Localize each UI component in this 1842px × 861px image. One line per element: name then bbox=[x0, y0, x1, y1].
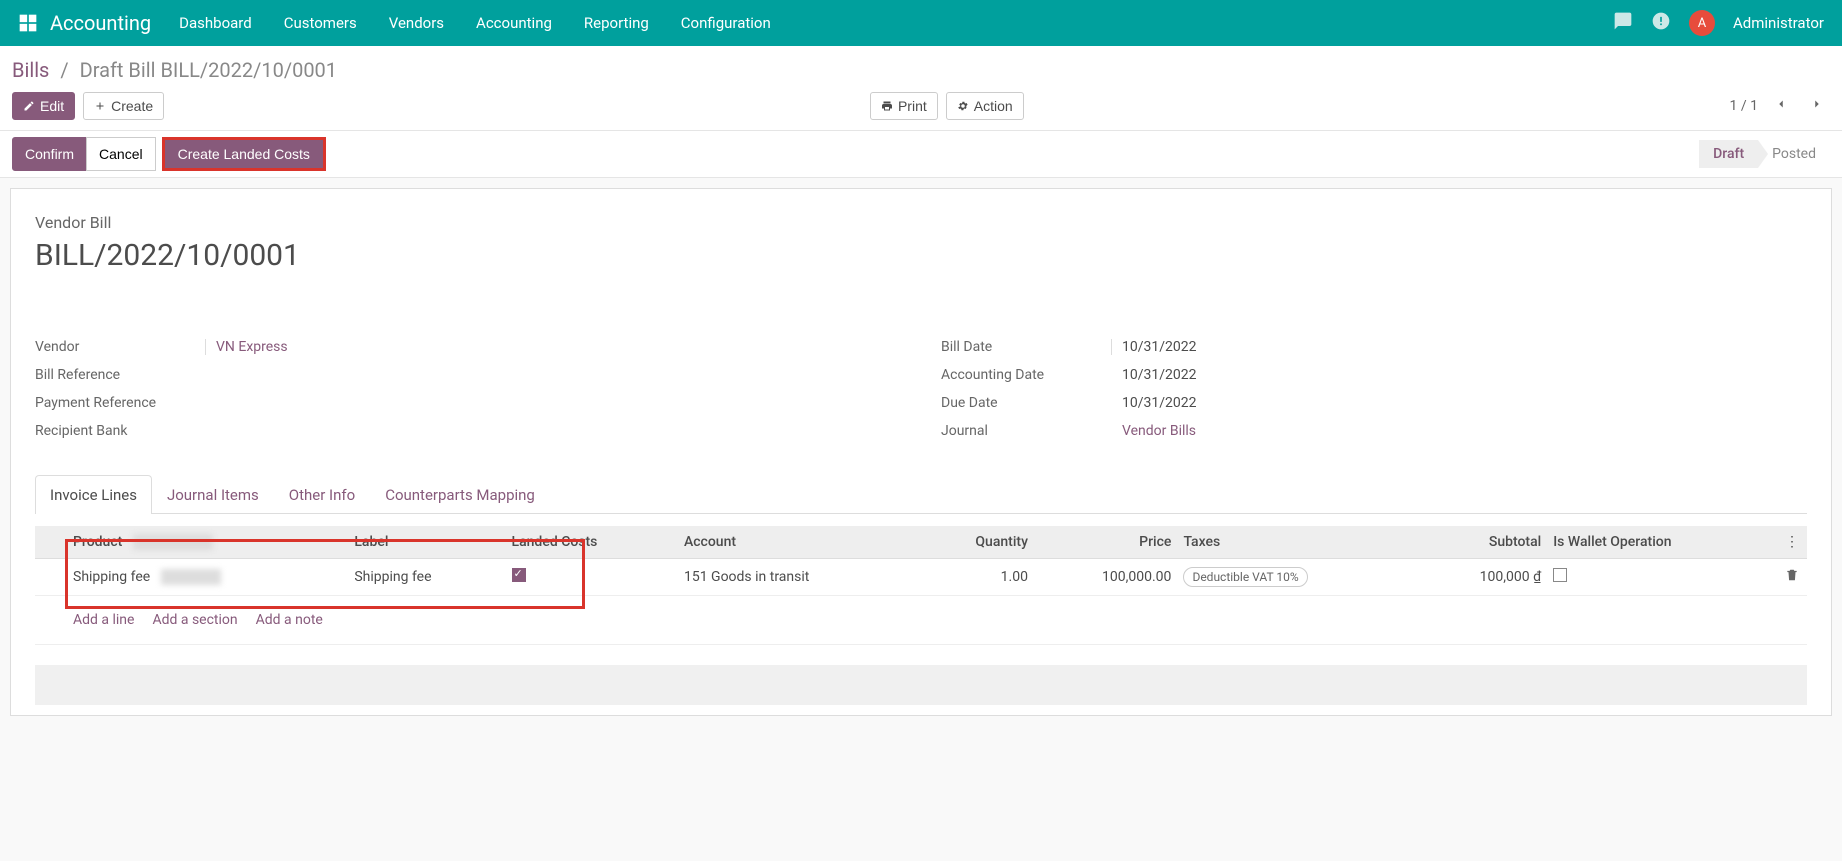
add-note-link[interactable]: Add a note bbox=[256, 612, 323, 628]
add-section-link[interactable]: Add a section bbox=[152, 612, 237, 628]
value-vendor[interactable]: VN Express bbox=[205, 339, 288, 355]
label-bill-date: Bill Date bbox=[941, 339, 1111, 355]
create-button[interactable]: Create bbox=[83, 92, 164, 120]
wallet-checkbox[interactable] bbox=[1553, 568, 1567, 582]
pager-prev[interactable] bbox=[1768, 93, 1794, 119]
pager-total: 1 bbox=[1750, 98, 1758, 114]
menu-accounting[interactable]: Accounting bbox=[476, 14, 552, 32]
status-row: Confirm Cancel Create Landed Costs Draft… bbox=[0, 131, 1842, 178]
cell-quantity[interactable]: 1.00 bbox=[920, 559, 1034, 596]
pager-next[interactable] bbox=[1804, 93, 1830, 119]
blurred-cell bbox=[161, 569, 221, 585]
pager-current: 1 bbox=[1730, 98, 1738, 114]
form-sheet: Vendor Bill BILL/2022/10/0001 Vendor VN … bbox=[10, 188, 1832, 716]
tab-invoice-lines[interactable]: Invoice Lines bbox=[35, 475, 152, 514]
print-label: Print bbox=[898, 98, 927, 114]
doc-type: Vendor Bill bbox=[35, 213, 1807, 232]
label-pay-ref: Payment Reference bbox=[35, 395, 205, 411]
label-due-date: Due Date bbox=[941, 395, 1111, 411]
th-price: Price bbox=[1034, 526, 1178, 559]
label-bill-ref: Bill Reference bbox=[35, 367, 205, 383]
top-nav: Accounting Dashboard Customers Vendors A… bbox=[0, 0, 1842, 46]
menu-vendors[interactable]: Vendors bbox=[389, 14, 444, 32]
confirm-button[interactable]: Confirm bbox=[12, 137, 87, 171]
cell-price[interactable]: 100,000.00 bbox=[1034, 559, 1178, 596]
edit-button[interactable]: Edit bbox=[12, 92, 75, 120]
th-product: Product bbox=[67, 526, 348, 559]
breadcrumb-sep: / bbox=[60, 58, 68, 82]
tab-other-info[interactable]: Other Info bbox=[274, 475, 370, 514]
control-bar: Bills / Draft Bill BILL/2022/10/0001 Edi… bbox=[0, 46, 1842, 131]
cell-account[interactable]: 151 Goods in transit bbox=[678, 559, 920, 596]
label-acct-date: Accounting Date bbox=[941, 367, 1111, 383]
status-posted[interactable]: Posted bbox=[1758, 140, 1830, 168]
tabs: Invoice Lines Journal Items Other Info C… bbox=[35, 475, 1807, 514]
delete-row-icon[interactable] bbox=[1777, 559, 1807, 596]
th-account: Account bbox=[678, 526, 920, 559]
add-line-link[interactable]: Add a line bbox=[73, 612, 134, 628]
invoice-lines-table: Product Label Landed Costs Account Quant… bbox=[35, 526, 1807, 645]
cell-subtotal: 100,000 ₫ bbox=[1418, 559, 1548, 596]
plus-icon bbox=[94, 100, 106, 112]
activities-icon[interactable] bbox=[1651, 11, 1671, 35]
cell-taxes[interactable]: Deductible VAT 10% bbox=[1177, 559, 1417, 596]
breadcrumb: Bills / Draft Bill BILL/2022/10/0001 bbox=[12, 58, 1830, 82]
value-acct-date: 10/31/2022 bbox=[1111, 367, 1197, 383]
menu-reporting[interactable]: Reporting bbox=[584, 14, 649, 32]
breadcrumb-bills[interactable]: Bills bbox=[12, 58, 49, 82]
menu-customers[interactable]: Customers bbox=[284, 14, 357, 32]
cell-label[interactable]: Shipping fee bbox=[348, 559, 505, 596]
breadcrumb-current: Draft Bill BILL/2022/10/0001 bbox=[80, 58, 337, 82]
value-due-date: 10/31/2022 bbox=[1111, 395, 1197, 411]
landed-checkbox[interactable] bbox=[512, 568, 526, 582]
value-journal[interactable]: Vendor Bills bbox=[1111, 423, 1196, 439]
main-menu: Dashboard Customers Vendors Accounting R… bbox=[179, 14, 1613, 32]
highlight-landed-costs: Create Landed Costs bbox=[162, 137, 326, 171]
print-icon bbox=[881, 100, 893, 112]
footer-gap bbox=[35, 665, 1807, 705]
th-wallet: Is Wallet Operation bbox=[1547, 526, 1777, 559]
th-label: Label bbox=[348, 526, 505, 559]
pencil-icon bbox=[23, 100, 35, 112]
edit-label: Edit bbox=[40, 98, 64, 114]
create-label: Create bbox=[111, 98, 153, 114]
label-journal: Journal bbox=[941, 423, 1111, 439]
apps-icon[interactable] bbox=[18, 13, 38, 33]
th-taxes: Taxes bbox=[1177, 526, 1417, 559]
status-draft[interactable]: Draft bbox=[1699, 140, 1758, 168]
doc-name: BILL/2022/10/0001 bbox=[35, 238, 1807, 273]
tab-counterparts[interactable]: Counterparts Mapping bbox=[370, 475, 550, 514]
menu-configuration[interactable]: Configuration bbox=[681, 14, 771, 32]
blurred-header bbox=[133, 534, 213, 550]
gear-icon bbox=[957, 100, 969, 112]
th-quantity: Quantity bbox=[920, 526, 1034, 559]
label-vendor: Vendor bbox=[35, 339, 205, 355]
cell-wallet[interactable] bbox=[1547, 559, 1777, 596]
pager: 1 / 1 bbox=[1730, 98, 1759, 114]
cell-product[interactable]: Shipping fee bbox=[67, 559, 348, 596]
menu-dashboard[interactable]: Dashboard bbox=[179, 14, 252, 32]
create-landed-costs-button[interactable]: Create Landed Costs bbox=[165, 140, 323, 168]
cell-landed[interactable] bbox=[506, 559, 678, 596]
th-landed: Landed Costs bbox=[506, 526, 678, 559]
value-bill-date: 10/31/2022 bbox=[1111, 339, 1197, 355]
print-button[interactable]: Print bbox=[870, 92, 938, 120]
tax-pill[interactable]: Deductible VAT 10% bbox=[1183, 567, 1307, 587]
th-subtotal: Subtotal bbox=[1418, 526, 1548, 559]
messaging-icon[interactable] bbox=[1613, 11, 1633, 35]
avatar[interactable]: A bbox=[1689, 10, 1715, 36]
action-label: Action bbox=[974, 98, 1013, 114]
label-recipient-bank: Recipient Bank bbox=[35, 423, 205, 439]
cancel-button[interactable]: Cancel bbox=[86, 137, 156, 171]
brand-title[interactable]: Accounting bbox=[50, 11, 151, 35]
table-row[interactable]: Shipping fee Shipping fee 151 Goods in t… bbox=[35, 559, 1807, 596]
tab-journal-items[interactable]: Journal Items bbox=[152, 475, 274, 514]
action-button[interactable]: Action bbox=[946, 92, 1024, 120]
user-name[interactable]: Administrator bbox=[1733, 14, 1824, 32]
th-options[interactable]: ⋮ bbox=[1777, 526, 1807, 559]
